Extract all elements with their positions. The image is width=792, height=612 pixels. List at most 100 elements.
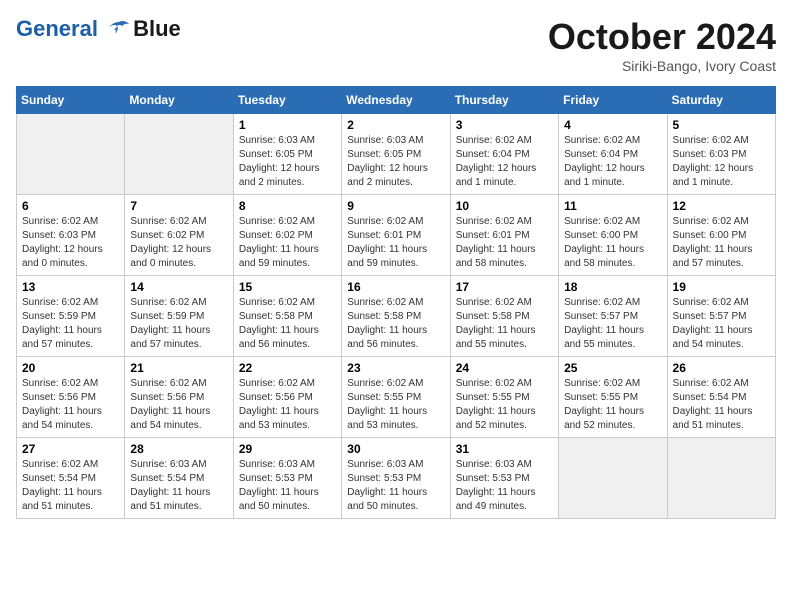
calendar-cell: 7Sunrise: 6:02 AM Sunset: 6:02 PM Daylig… <box>125 195 233 276</box>
calendar-cell: 20 Sunrise: 6:02 AM Sunset: 5:56 PM Dayli… <box>17 357 125 438</box>
calendar-cell <box>17 114 125 195</box>
day-number: 28 <box>130 442 227 456</box>
calendar-cell <box>125 114 233 195</box>
day-info: Sunrise: 6:02 AM Sunset: 5:56 PM Dayligh… <box>130 377 227 433</box>
day-info: Sunrise: 6:02 AM Sunset: 6:00 PM Dayligh… <box>673 215 770 271</box>
logo-text: General <box>16 17 131 41</box>
calendar-cell: 21 Sunrise: 6:02 AM Sunset: 5:56 PM Dayli… <box>125 357 233 438</box>
calendar-cell: 4Sunrise: 6:02 AM Sunset: 6:04 PM Daylig… <box>559 114 667 195</box>
calendar-cell: 2 Sunrise: 6:03 AM Sunset: 6:05 PM Daylig… <box>342 114 450 195</box>
day-number: 30 <box>347 442 444 456</box>
calendar-cell: 15 Sunrise: 6:02 AM Sunset: 5:58 PM Dayli… <box>233 276 341 357</box>
calendar-cell: 17Sunrise: 6:02 AM Sunset: 5:58 PM Dayli… <box>450 276 558 357</box>
day-number: 2 <box>347 118 444 132</box>
day-number: 19 <box>673 280 770 294</box>
day-number: 16 <box>347 280 444 294</box>
day-info: Sunrise: 6:02 AM Sunset: 6:04 PM Dayligh… <box>564 134 661 190</box>
day-number: 10 <box>456 199 553 213</box>
day-info: Sunrise: 6:02 AM Sunset: 5:54 PM Dayligh… <box>22 458 119 514</box>
day-info: Sunrise: 6:02 AM Sunset: 5:54 PM Dayligh… <box>673 377 770 433</box>
day-info: Sunrise: 6:03 AM Sunset: 5:53 PM Dayligh… <box>347 458 444 514</box>
week-row-2: 6 Sunrise: 6:02 AM Sunset: 6:03 PM Daylig… <box>17 195 776 276</box>
calendar-cell: 25 Sunrise: 6:02 AM Sunset: 5:55 PM Dayli… <box>559 357 667 438</box>
day-info: Sunrise: 6:02 AM Sunset: 6:03 PM Dayligh… <box>673 134 770 190</box>
calendar-cell: 3 Sunrise: 6:02 AM Sunset: 6:04 PM Daylig… <box>450 114 558 195</box>
day-number: 31 <box>456 442 553 456</box>
day-info: Sunrise: 6:02 AM Sunset: 6:01 PM Dayligh… <box>347 215 444 271</box>
day-info: Sunrise: 6:02 AM Sunset: 6:02 PM Dayligh… <box>239 215 336 271</box>
calendar-cell: 26 Sunrise: 6:02 AM Sunset: 5:54 PM Dayli… <box>667 357 775 438</box>
day-info: Sunrise: 6:02 AM Sunset: 5:59 PM Dayligh… <box>22 296 119 352</box>
day-number: 21 <box>130 361 227 375</box>
calendar-title: October 2024 <box>548 16 776 58</box>
calendar-body: 1 Sunrise: 6:03 AM Sunset: 6:05 PM Daylig… <box>17 114 776 519</box>
week-row-1: 1 Sunrise: 6:03 AM Sunset: 6:05 PM Daylig… <box>17 114 776 195</box>
calendar-cell: 28Sunrise: 6:03 AM Sunset: 5:54 PM Dayli… <box>125 438 233 519</box>
day-info: Sunrise: 6:02 AM Sunset: 5:56 PM Dayligh… <box>239 377 336 433</box>
calendar-cell: 6 Sunrise: 6:02 AM Sunset: 6:03 PM Daylig… <box>17 195 125 276</box>
day-info: Sunrise: 6:02 AM Sunset: 5:55 PM Dayligh… <box>456 377 553 433</box>
day-number: 6 <box>22 199 119 213</box>
day-info: Sunrise: 6:03 AM Sunset: 6:05 PM Dayligh… <box>347 134 444 190</box>
header-sunday: Sunday <box>17 87 125 114</box>
day-info: Sunrise: 6:02 AM Sunset: 6:02 PM Dayligh… <box>130 215 227 271</box>
calendar-cell: 14 Sunrise: 6:02 AM Sunset: 5:59 PM Dayli… <box>125 276 233 357</box>
day-number: 5 <box>673 118 770 132</box>
calendar-cell: 29 Sunrise: 6:03 AM Sunset: 5:53 PM Dayli… <box>233 438 341 519</box>
day-info: Sunrise: 6:03 AM Sunset: 5:53 PM Dayligh… <box>456 458 553 514</box>
day-info: Sunrise: 6:02 AM Sunset: 5:57 PM Dayligh… <box>673 296 770 352</box>
day-info: Sunrise: 6:02 AM Sunset: 5:58 PM Dayligh… <box>239 296 336 352</box>
day-number: 11 <box>564 199 661 213</box>
day-number: 1 <box>239 118 336 132</box>
calendar-cell <box>667 438 775 519</box>
day-info: Sunrise: 6:02 AM Sunset: 5:57 PM Dayligh… <box>564 296 661 352</box>
day-info: Sunrise: 6:02 AM Sunset: 6:01 PM Dayligh… <box>456 215 553 271</box>
day-info: Sunrise: 6:03 AM Sunset: 6:05 PM Dayligh… <box>239 134 336 190</box>
day-number: 24 <box>456 361 553 375</box>
calendar-cell: 5 Sunrise: 6:02 AM Sunset: 6:03 PM Daylig… <box>667 114 775 195</box>
day-number: 3 <box>456 118 553 132</box>
calendar-cell: 8Sunrise: 6:02 AM Sunset: 6:02 PM Daylig… <box>233 195 341 276</box>
calendar-subtitle: Siriki-Bango, Ivory Coast <box>548 58 776 74</box>
calendar-cell: 31 Sunrise: 6:03 AM Sunset: 5:53 PM Dayli… <box>450 438 558 519</box>
day-info: Sunrise: 6:02 AM Sunset: 5:55 PM Dayligh… <box>564 377 661 433</box>
day-number: 15 <box>239 280 336 294</box>
day-number: 25 <box>564 361 661 375</box>
header-wednesday: Wednesday <box>342 87 450 114</box>
calendar-cell: 18 Sunrise: 6:02 AM Sunset: 5:57 PM Dayli… <box>559 276 667 357</box>
day-info: Sunrise: 6:02 AM Sunset: 6:04 PM Dayligh… <box>456 134 553 190</box>
day-number: 9 <box>347 199 444 213</box>
calendar-cell: 19 Sunrise: 6:02 AM Sunset: 5:57 PM Dayli… <box>667 276 775 357</box>
calendar-table: SundayMondayTuesdayWednesdayThursdayFrid… <box>16 86 776 519</box>
day-info: Sunrise: 6:02 AM Sunset: 6:03 PM Dayligh… <box>22 215 119 271</box>
day-info: Sunrise: 6:02 AM Sunset: 5:56 PM Dayligh… <box>22 377 119 433</box>
day-info: Sunrise: 6:02 AM Sunset: 5:55 PM Dayligh… <box>347 377 444 433</box>
logo-line2: Blue <box>133 16 181 42</box>
calendar-cell: 1 Sunrise: 6:03 AM Sunset: 6:05 PM Daylig… <box>233 114 341 195</box>
logo-bird-icon <box>107 20 131 40</box>
calendar-cell: 10 Sunrise: 6:02 AM Sunset: 6:01 PM Dayli… <box>450 195 558 276</box>
title-area: October 2024 Siriki-Bango, Ivory Coast <box>548 16 776 74</box>
calendar-cell <box>559 438 667 519</box>
day-number: 18 <box>564 280 661 294</box>
logo: General Blue <box>16 16 181 42</box>
day-info: Sunrise: 6:02 AM Sunset: 5:58 PM Dayligh… <box>347 296 444 352</box>
week-row-4: 20 Sunrise: 6:02 AM Sunset: 5:56 PM Dayli… <box>17 357 776 438</box>
day-info: Sunrise: 6:03 AM Sunset: 5:53 PM Dayligh… <box>239 458 336 514</box>
day-number: 29 <box>239 442 336 456</box>
header-monday: Monday <box>125 87 233 114</box>
calendar-cell: 16 Sunrise: 6:02 AM Sunset: 5:58 PM Dayli… <box>342 276 450 357</box>
day-info: Sunrise: 6:02 AM Sunset: 5:59 PM Dayligh… <box>130 296 227 352</box>
week-row-5: 27Sunrise: 6:02 AM Sunset: 5:54 PM Dayli… <box>17 438 776 519</box>
day-number: 23 <box>347 361 444 375</box>
day-number: 14 <box>130 280 227 294</box>
day-number: 26 <box>673 361 770 375</box>
calendar-cell: 11Sunrise: 6:02 AM Sunset: 6:00 PM Dayli… <box>559 195 667 276</box>
day-number: 12 <box>673 199 770 213</box>
calendar-cell: 24 Sunrise: 6:02 AM Sunset: 5:55 PM Dayli… <box>450 357 558 438</box>
header-friday: Friday <box>559 87 667 114</box>
day-info: Sunrise: 6:02 AM Sunset: 5:58 PM Dayligh… <box>456 296 553 352</box>
calendar-cell: 30 Sunrise: 6:03 AM Sunset: 5:53 PM Dayli… <box>342 438 450 519</box>
calendar-cell: 27Sunrise: 6:02 AM Sunset: 5:54 PM Dayli… <box>17 438 125 519</box>
day-number: 20 <box>22 361 119 375</box>
